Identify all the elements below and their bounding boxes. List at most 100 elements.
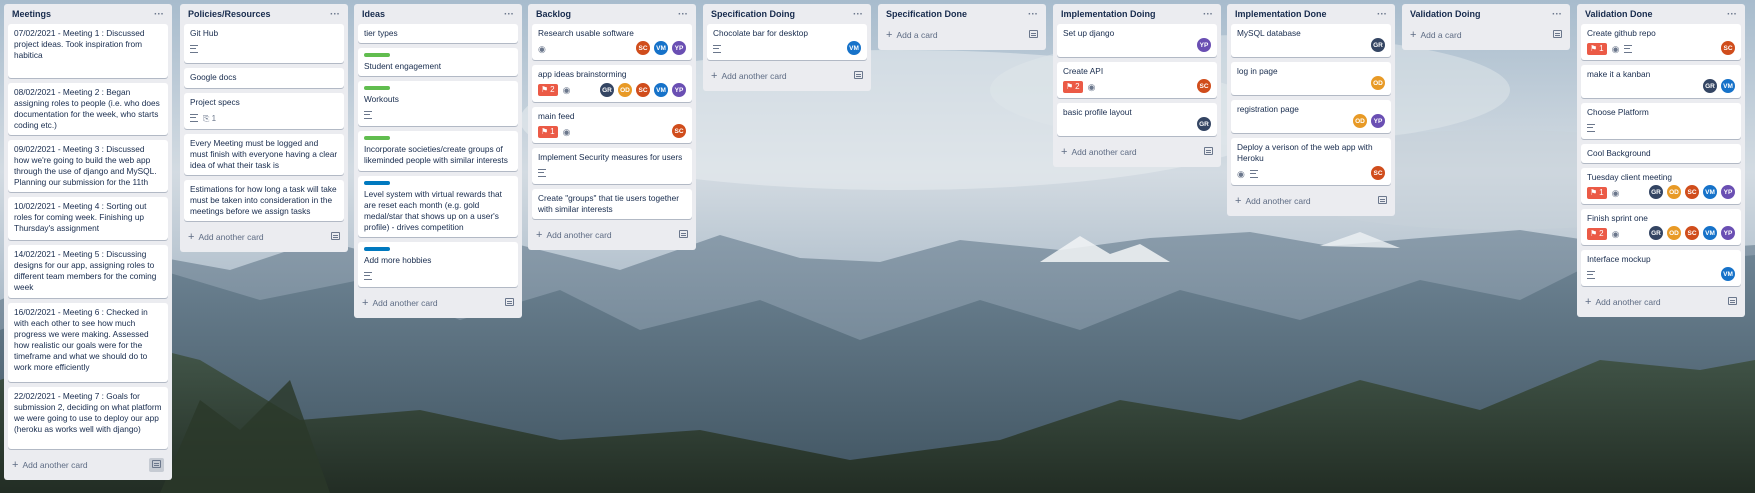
add-card-button[interactable]: + Add another card [1231,190,1391,212]
card[interactable]: Choose Platform [1581,103,1741,139]
avatar[interactable]: VM [1720,78,1736,94]
card-template-button[interactable] [1728,297,1737,307]
card-label[interactable] [364,181,390,185]
card[interactable]: Level system with virtual rewards that a… [358,176,518,237]
avatar[interactable]: VM [1702,225,1718,241]
avatar[interactable]: YP [671,82,687,98]
list-header[interactable]: Validation Doing ··· [1406,4,1566,24]
card[interactable]: Google docs [184,68,344,88]
avatar[interactable]: VM [653,40,669,56]
card[interactable]: basic profile layout GR [1057,103,1217,136]
add-card-button[interactable]: + Add another card [184,226,344,248]
avatar[interactable]: GR [599,82,615,98]
card[interactable]: 14/02/2021 - Meeting 5 : Discussing desi… [8,245,168,298]
avatar[interactable]: SC [1684,184,1700,200]
list-header[interactable]: Policies/Resources ··· [184,4,344,24]
list-title[interactable]: Implementation Done [1235,9,1327,19]
avatar[interactable]: SC [635,82,651,98]
avatar[interactable]: VM [846,40,862,56]
list-title[interactable]: Implementation Doing [1061,9,1156,19]
avatar[interactable]: GR [1196,116,1212,132]
card[interactable]: Every Meeting must be logged and must fi… [184,134,344,175]
card-label[interactable] [364,136,390,140]
card-template-button[interactable] [149,458,164,472]
avatar[interactable]: SC [1370,165,1386,181]
list-header[interactable]: Implementation Done ··· [1231,4,1391,24]
add-card-button[interactable]: + Add another card [1057,141,1217,163]
add-card-button[interactable]: + Add a card [1406,24,1566,46]
card[interactable]: app ideas brainstorming ⚑ 2 ◉ GR OD SC VM YP [532,65,692,102]
add-card-button[interactable]: + Add another card [1581,291,1741,313]
avatar[interactable]: GR [1648,225,1664,241]
avatar[interactable]: SC [1196,78,1212,94]
more-icon[interactable]: ··· [504,9,514,20]
list-title[interactable]: Specification Done [886,9,967,19]
add-card-button[interactable]: + Add a card [882,24,1042,46]
list-header[interactable]: Validation Done ··· [1581,4,1741,24]
card[interactable]: Incorporate societies/create groups of l… [358,131,518,171]
list-header[interactable]: Backlog ··· [532,4,692,24]
add-card-button[interactable]: + Add another card [358,292,518,314]
card[interactable]: 07/02/2021 - Meeting 1 : Discussed proje… [8,24,168,78]
avatar[interactable]: OD [1370,75,1386,91]
card[interactable]: 09/02/2021 - Meeting 3 : Discussed how w… [8,140,168,192]
card[interactable]: log in page OD [1231,62,1391,95]
list-title[interactable]: Ideas [362,9,385,19]
avatar[interactable]: OD [1352,113,1368,129]
card[interactable]: Estimations for how long a task will tak… [184,180,344,221]
more-icon[interactable]: ··· [1727,9,1737,20]
avatar[interactable]: SC [1720,40,1736,56]
card[interactable]: 08/02/2021 - Meeting 2 : Began assigning… [8,83,168,135]
avatar[interactable]: YP [1196,37,1212,53]
card[interactable]: Create github repo ⚑ 1 ◉ SC [1581,24,1741,60]
list-header[interactable]: Specification Done ··· [882,4,1042,24]
card[interactable]: Chocolate bar for desktop VM [707,24,867,60]
card[interactable]: Deploy a verison of the web app with Her… [1231,138,1391,185]
avatar[interactable]: SC [1684,225,1700,241]
card-template-button[interactable] [679,230,688,240]
more-icon[interactable]: ··· [154,9,164,20]
card[interactable]: Create API ⚑ 2 ◉ SC [1057,62,1217,98]
card-template-button[interactable] [1553,30,1562,40]
avatar[interactable]: GR [1370,37,1386,53]
more-icon[interactable]: ··· [853,9,863,20]
avatar[interactable]: YP [1720,225,1736,241]
list-title[interactable]: Specification Doing [711,9,795,19]
card[interactable]: Set up django YP [1057,24,1217,57]
list-header[interactable]: Meetings ··· [8,4,168,24]
card[interactable]: Student engagement [358,48,518,76]
card[interactable]: Project specs ⎘ 1 [184,93,344,129]
card[interactable]: make it a kanban GR VM [1581,65,1741,98]
card-template-button[interactable] [1204,147,1213,157]
avatar[interactable]: SC [671,123,687,139]
card[interactable]: Workouts [358,81,518,126]
avatar[interactable]: OD [617,82,633,98]
list-title[interactable]: Validation Doing [1410,9,1481,19]
card[interactable]: Cool Background [1581,144,1741,163]
card[interactable]: 22/02/2021 - Meeting 7 : Goals for submi… [8,387,168,449]
more-icon[interactable]: ··· [678,9,688,20]
card-label[interactable] [364,86,390,90]
avatar[interactable]: OD [1666,184,1682,200]
card-label[interactable] [364,53,390,57]
card[interactable]: Interface mockup VM [1581,250,1741,286]
card[interactable]: Tuesday client meeting ⚑ 1 ◉ GR OD SC VM YP [1581,168,1741,204]
list-title[interactable]: Policies/Resources [188,9,271,19]
more-icon[interactable]: ··· [1028,9,1038,20]
avatar[interactable]: SC [635,40,651,56]
list-title[interactable]: Backlog [536,9,571,19]
more-icon[interactable]: ··· [330,9,340,20]
card-label[interactable] [364,247,390,251]
avatar[interactable]: VM [1720,266,1736,282]
avatar[interactable]: OD [1666,225,1682,241]
card[interactable]: Research usable software ◉ SC VM YP [532,24,692,60]
card-template-button[interactable] [505,298,514,308]
avatar[interactable]: YP [671,40,687,56]
card[interactable]: main feed ⚑ 1 ◉ SC [532,107,692,143]
avatar[interactable]: VM [1702,184,1718,200]
card[interactable]: 16/02/2021 - Meeting 6 : Checked in with… [8,303,168,382]
card[interactable]: Finish sprint one ⚑ 2 ◉ GR OD SC VM YP [1581,209,1741,245]
card[interactable]: Create "groups" that tie users together … [532,189,692,219]
add-card-button[interactable]: + Add another card [532,224,692,246]
list-header[interactable]: Ideas ··· [358,4,518,24]
